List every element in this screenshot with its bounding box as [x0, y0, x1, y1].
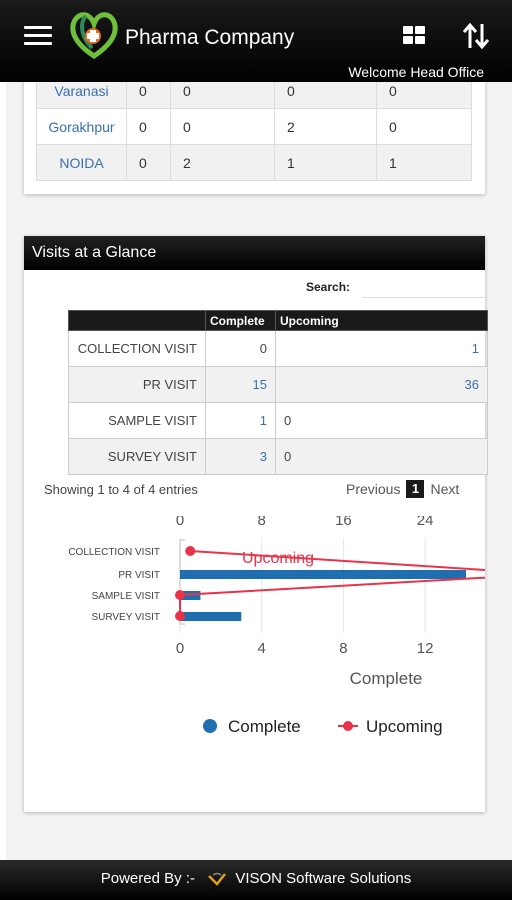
bar-complete [180, 612, 242, 621]
search-label: Search: [306, 280, 351, 294]
complete-count-link[interactable]: 15 [205, 366, 276, 403]
visit-name: COLLECTION VISIT [68, 330, 206, 367]
bottom-tick-label: 0 [176, 640, 184, 657]
city-table: Varanasi 0 0 0 0 Gorakhpur 0 0 2 0 NOIDA… [36, 72, 472, 181]
bottom-tick-label: 8 [339, 640, 347, 657]
upcoming-count: 0 [275, 402, 488, 439]
legend-label-complete: Complete [228, 717, 301, 736]
category-label: COLLECTION VISIT [68, 547, 160, 558]
category-label: PR VISIT [118, 570, 160, 581]
search-input[interactable] [362, 276, 488, 298]
previous-button[interactable]: Previous [346, 481, 400, 497]
upcoming-count-link[interactable]: 1 [275, 330, 488, 367]
table-row: SURVEY VISIT 3 0 [68, 438, 488, 475]
table-cell: 1 [376, 144, 472, 181]
column-header[interactable] [68, 310, 206, 331]
app-title: Pharma Company [125, 26, 295, 49]
line-upcoming [179, 550, 485, 616]
line-annotation: Upcoming [242, 550, 314, 567]
logo [70, 12, 118, 60]
visits-card: Visits at a Glance Search: Complete Upco… [24, 236, 488, 812]
table-cell: 2 [170, 144, 275, 181]
column-header-upcoming[interactable]: Upcoming [275, 310, 488, 331]
footer: Powered By :- VISON Software Solutions [0, 860, 512, 900]
category-label: SAMPLE VISIT [92, 591, 160, 602]
top-tick-label: 16 [335, 516, 352, 529]
sort-icon[interactable] [462, 20, 490, 52]
table-cell: 0 [376, 108, 472, 145]
visit-name: PR VISIT [68, 366, 206, 403]
welcome-text: Welcome Head Office [348, 64, 484, 80]
complete-count-link[interactable]: 3 [205, 438, 276, 475]
complete-count: 0 [205, 330, 276, 367]
table-header-row: Complete Upcoming [68, 310, 488, 331]
table-row: SAMPLE VISIT 1 0 [68, 402, 488, 439]
bottom-tick-label: 4 [258, 640, 266, 657]
vison-logo-icon [208, 872, 227, 886]
legend-marker-upcoming [343, 721, 353, 731]
upcoming-count-link[interactable]: 36 [275, 366, 488, 403]
menu-icon[interactable] [24, 26, 52, 46]
top-tick-label: 0 [176, 516, 184, 529]
visit-name: SURVEY VISIT [68, 438, 206, 475]
bottom-tick-label: 12 [417, 640, 434, 657]
upcoming-count: 0 [275, 438, 488, 475]
complete-count-link[interactable]: 1 [205, 402, 276, 439]
table-cell: 0 [126, 144, 171, 181]
column-header-complete[interactable]: Complete [205, 310, 276, 331]
left-rail [0, 82, 6, 862]
bar-complete [180, 570, 466, 579]
table-cell: 0 [170, 108, 275, 145]
point-upcoming [175, 611, 185, 621]
table-cell: 1 [274, 144, 377, 181]
legend-marker-complete [203, 719, 217, 733]
page-button[interactable]: 1 [406, 480, 425, 498]
table-row: NOIDA 0 2 1 1 [36, 144, 472, 181]
top-tick-label: 24 [417, 516, 434, 529]
city-link[interactable]: Gorakhpur [36, 108, 127, 145]
table-row: PR VISIT 15 36 [68, 366, 488, 403]
grid-icon[interactable] [403, 26, 427, 46]
table-cell: 2 [274, 108, 377, 145]
footer-prefix: Powered By :- [100, 870, 195, 887]
entries-info: Showing 1 to 4 of 4 entries [44, 482, 198, 497]
visits-chart: 0 8 16 24 0 4 8 12 Upcoming Complete COLLECTION VI… [68, 516, 485, 736]
app-header: Pharma Company Welcome Head Office [0, 0, 512, 82]
pagination: Previous 1 Next [346, 480, 459, 498]
visits-table: Complete Upcoming COLLECTION VISIT 0 1 P… [68, 310, 488, 475]
footer-company: VISON Software Solutions [235, 870, 412, 887]
card-title: Visits at a Glance [24, 236, 485, 270]
legend-label-upcoming: Upcoming [366, 717, 443, 736]
table-cell: 0 [126, 108, 171, 145]
top-tick-label: 8 [258, 516, 266, 529]
bottom-axis-label: Complete [350, 669, 423, 688]
table-row: COLLECTION VISIT 0 1 [68, 330, 488, 367]
visit-name: SAMPLE VISIT [68, 402, 206, 439]
category-label: SURVEY VISIT [91, 612, 160, 623]
next-button[interactable]: Next [430, 481, 459, 497]
point-upcoming [185, 546, 196, 556]
city-link[interactable]: NOIDA [36, 144, 127, 181]
table-row: Gorakhpur 0 0 2 0 [36, 108, 472, 145]
point-upcoming [175, 590, 185, 600]
